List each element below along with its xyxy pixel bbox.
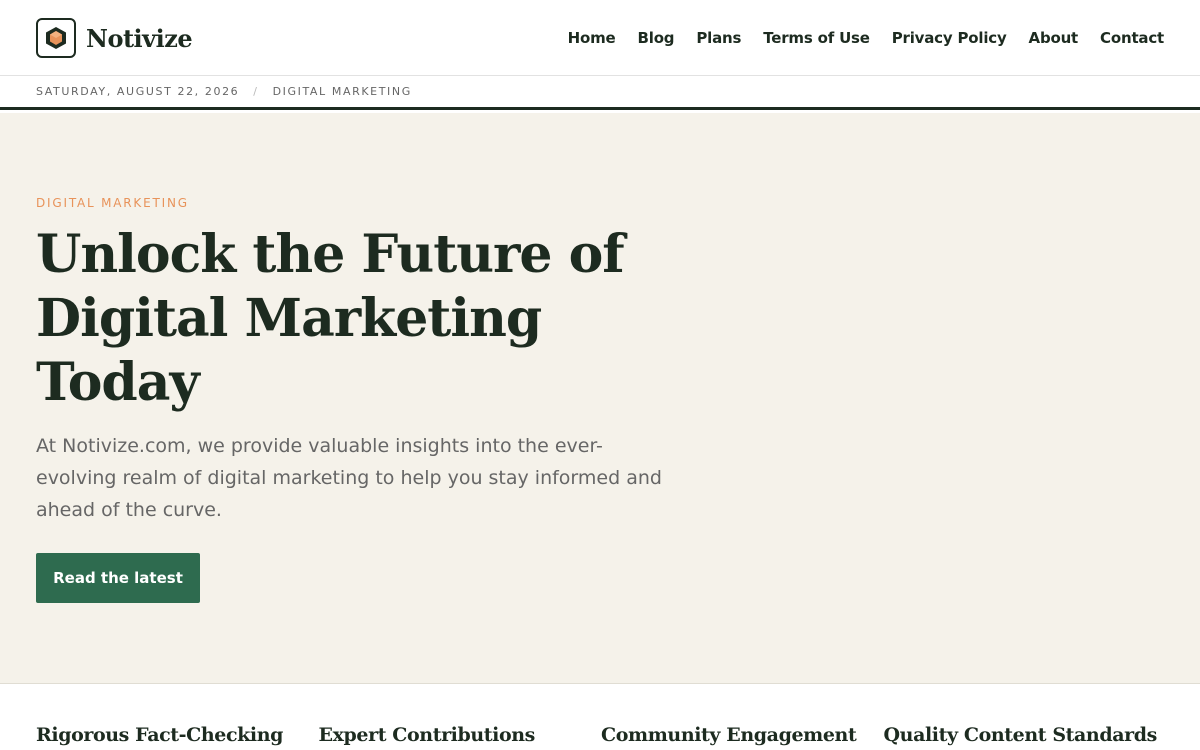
hero-kicker: DIGITAL MARKETING: [36, 196, 189, 210]
feature-title-fact-checking: Rigorous Fact-Checking: [36, 724, 284, 746]
nav-privacy-policy[interactable]: Privacy Policy: [892, 29, 1007, 47]
hexagon-logo-icon: [36, 18, 76, 58]
meta-bar: SATURDAY, AUGUST 22, 2026 / DIGITAL MARK…: [0, 76, 1200, 110]
hero-title: Unlock the Future of Digital Marketing T…: [36, 224, 625, 413]
nav-about[interactable]: About: [1029, 29, 1079, 47]
nav-contact[interactable]: Contact: [1100, 29, 1164, 47]
read-latest-button[interactable]: Read the latest: [36, 553, 200, 603]
features-row: Rigorous Fact-Checking Expert Contributi…: [36, 724, 1166, 746]
nav-terms-of-use[interactable]: Terms of Use: [763, 29, 870, 47]
hero-section: DIGITAL MARKETING Unlock the Future of D…: [0, 113, 1200, 684]
main-nav: Home Blog Plans Terms of Use Privacy Pol…: [568, 0, 1165, 76]
breadcrumb: SATURDAY, AUGUST 22, 2026 / DIGITAL MARK…: [36, 76, 412, 107]
feature-title-expert-contributions: Expert Contributions: [318, 724, 536, 746]
breadcrumb-separator: /: [253, 85, 259, 98]
nav-home[interactable]: Home: [568, 29, 616, 47]
nav-blog[interactable]: Blog: [638, 29, 675, 47]
brand-home-link[interactable]: Notivize: [36, 18, 193, 58]
brand-name: Notivize: [86, 23, 193, 53]
hero-description: At Notivize.com, we provide valuable ins…: [36, 435, 662, 521]
site-header: Notivize Home Blog Plans Terms of Use Pr…: [0, 0, 1200, 76]
breadcrumb-category-link[interactable]: DIGITAL MARKETING: [273, 85, 412, 98]
feature-title-community-engagement: Community Engagement: [601, 724, 857, 746]
current-date: SATURDAY, AUGUST 22, 2026: [36, 85, 240, 98]
feature-title-quality-standards: Quality Content Standards: [883, 724, 1158, 746]
nav-plans[interactable]: Plans: [696, 29, 741, 47]
